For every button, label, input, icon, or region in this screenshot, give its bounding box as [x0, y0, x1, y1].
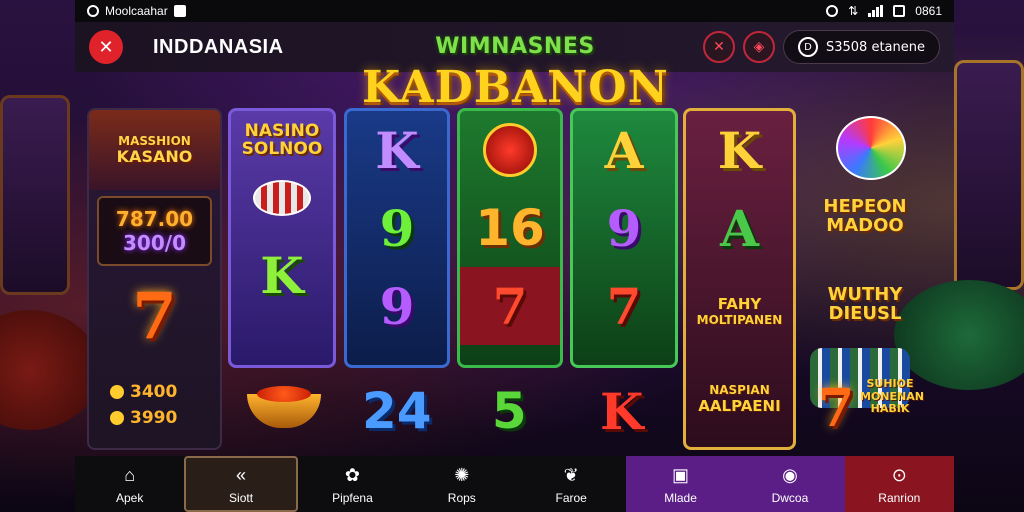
nine-symbol: 9	[379, 276, 415, 336]
brand-name: INDDANASIA	[153, 35, 284, 58]
coin-list: 3400 3990	[110, 380, 177, 431]
a-symbol: A	[720, 198, 759, 258]
bowl-icon	[247, 386, 322, 428]
k-symbol: K	[717, 120, 762, 180]
coin-icon	[110, 385, 124, 399]
status-time: 0861	[915, 4, 942, 18]
sixteen-symbol: 16	[475, 199, 545, 257]
jackpot-bottom: 300/0	[123, 231, 186, 255]
alarm-icon	[826, 5, 839, 17]
nav-item-siott[interactable]: « Siott	[184, 456, 298, 512]
nav-item-faroe[interactable]: ❦ Faroe	[516, 456, 626, 512]
tools-button[interactable]: ✕	[702, 31, 735, 63]
background-slot-machine-right	[954, 60, 1024, 290]
coin-icon	[110, 410, 124, 425]
nine-symbol: 9	[606, 198, 642, 258]
right-small-text: SUHIOE MONENAN HABIK	[860, 377, 924, 416]
jackpot-top: 787.00	[115, 207, 194, 231]
poker-chip-icon	[253, 179, 311, 216]
nav-item-apek[interactable]: ⌂ Apek	[75, 456, 185, 512]
bonus-badge: NASPIAN AALPAENI	[698, 382, 781, 416]
nav-item-ranrion[interactable]: ⊙ Ranrion	[844, 456, 954, 512]
star-medal-icon	[483, 123, 537, 177]
nav-label: Mlade	[664, 491, 697, 505]
promo-banner[interactable]: MASSHION KASANO	[89, 110, 220, 190]
k-symbol: K	[600, 381, 644, 441]
number-symbol: 5	[491, 382, 527, 440]
k-symbol: K	[260, 246, 304, 306]
nav-label: Siott	[229, 491, 254, 505]
brand-logo-icon[interactable]: ✕	[89, 30, 123, 64]
bag-icon: ▣	[672, 464, 690, 485]
reel-1[interactable]: NASINO SOLNOO K	[228, 108, 336, 368]
reel-4[interactable]: A 9 7	[570, 108, 678, 368]
reel1-title: NASINO SOLNOO	[241, 121, 323, 159]
image-icon	[173, 5, 186, 17]
leaf-icon: ❦	[563, 464, 579, 485]
right-promo-2[interactable]: WUTHY DIEUSL	[810, 285, 920, 324]
nav-item-mlade[interactable]: ▣ Mlade	[625, 456, 736, 512]
signal-icon	[868, 5, 884, 17]
coin-icon: D	[797, 37, 818, 57]
status-app-label: Moolcaahar	[105, 4, 168, 18]
nav-item-pipfena[interactable]: ✿ Pipfena	[297, 456, 408, 512]
coin-row-1: 3400	[110, 380, 177, 406]
home-icon: ⌂	[124, 464, 136, 485]
right-promo-1[interactable]: HEPEON MADOO	[810, 197, 920, 236]
vibrate-icon: ⇅	[848, 4, 859, 18]
bottom-symbol-row: 24 5 K	[228, 372, 678, 450]
bottom-nav: ⌂ Apek « Siott ✿ Pipfena ✺ Rops ❦ Faroe …	[75, 456, 954, 512]
reel-5[interactable]: K A FAHY MOLTIPANEN NASPIAN AALPAENI	[683, 108, 796, 450]
tag-button[interactable]: ◈	[742, 31, 775, 63]
nav-item-rops[interactable]: ✺ Rops	[407, 456, 517, 512]
k-symbol: K	[375, 120, 419, 180]
a-symbol: A	[604, 120, 644, 180]
right-panel: HEPEON MADOO WUTHY DIEUSL 7 SUHIOE MONEN…	[800, 108, 924, 450]
multiplier-badge: FAHY MOLTIPANEN	[696, 294, 783, 327]
gift-icon: ✿	[344, 464, 360, 485]
jackpot-display: 787.00 300/0	[97, 196, 212, 266]
nav-label: Apek	[116, 491, 144, 505]
reel-2[interactable]: K 9 9	[344, 108, 450, 368]
nav-label: Pipfena	[332, 491, 373, 505]
back-arrow-icon: «	[236, 464, 247, 485]
search-icon: ⊙	[891, 464, 907, 485]
battery-icon	[893, 5, 906, 17]
background-slot-machine-left	[0, 95, 70, 295]
seven-symbol: 7	[132, 278, 177, 354]
nine-symbol: 9	[379, 198, 415, 258]
balance-display[interactable]: D S3508 etanene	[782, 30, 940, 64]
nav-label: Ranrion	[878, 491, 921, 505]
check-circle-icon: ◉	[782, 464, 798, 485]
balance-text: S3508 etanene	[825, 39, 925, 55]
nav-label: Rops	[447, 491, 476, 505]
tools-icon: ✕	[713, 39, 725, 55]
seven-symbol: 7	[818, 378, 855, 439]
number-symbol: 24	[361, 382, 432, 440]
notification-icon	[87, 5, 99, 17]
game-subtitle: WIMNASNES	[435, 34, 595, 59]
lollipop-icon	[836, 116, 906, 180]
promo-line2: KASANO	[116, 146, 193, 166]
nav-label: Dwcoa	[771, 491, 809, 505]
reel-3[interactable]: 16 7	[457, 108, 563, 368]
coin-row-2: 3990	[110, 406, 177, 432]
tag-icon: ◈	[753, 39, 765, 55]
nav-label: Faroe	[555, 491, 587, 505]
seven-symbol: 7	[606, 276, 642, 336]
game-title: KADBANON	[362, 62, 669, 113]
seven-symbol: 7	[492, 276, 528, 336]
gear-icon: ✺	[454, 464, 470, 485]
promo-line1: MASSHION	[118, 133, 191, 148]
status-bar: Moolcaahar ⇅ 0861	[75, 0, 954, 22]
nav-item-dwcoa[interactable]: ◉ Dwcoa	[735, 456, 845, 512]
